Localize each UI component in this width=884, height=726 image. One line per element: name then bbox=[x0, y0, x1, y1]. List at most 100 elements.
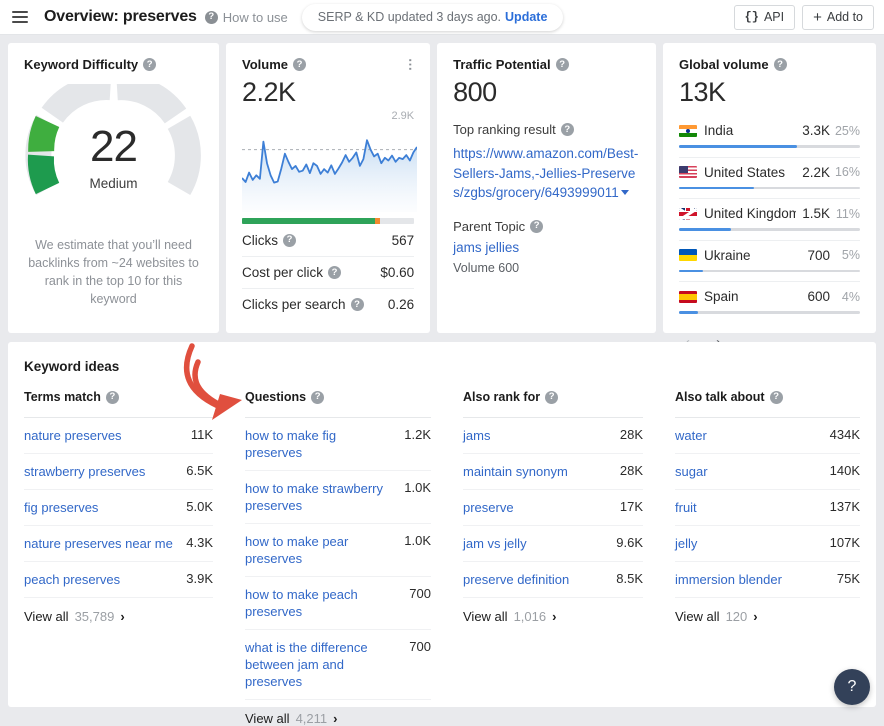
keyword-row[interactable]: maintain synonym28K bbox=[463, 454, 643, 490]
keyword-term[interactable]: strawberry preserves bbox=[24, 463, 145, 480]
stat-label-wrap: Clicks ? bbox=[242, 233, 296, 248]
view-all-link[interactable]: View all4,211› bbox=[245, 700, 431, 726]
keyword-row[interactable]: how to make strawberry preserves1.0K bbox=[245, 471, 431, 524]
kebab-menu-icon[interactable]: ⋯ bbox=[406, 58, 414, 72]
keyword-row[interactable]: immersion blender75K bbox=[675, 562, 860, 598]
top-bar: Overview: preserves ? How to use SERP & … bbox=[0, 0, 884, 35]
keyword-difficulty-title-row: Keyword Difficulty ? bbox=[24, 57, 203, 72]
keyword-term[interactable]: how to make fig preserves bbox=[245, 427, 396, 461]
info-icon[interactable]: ? bbox=[770, 391, 783, 404]
keyword-term[interactable]: what is the difference between jam and p… bbox=[245, 639, 401, 690]
keyword-term[interactable]: fig preserves bbox=[24, 499, 98, 516]
keyword-row[interactable]: sugar140K bbox=[675, 454, 860, 490]
update-link[interactable]: Update bbox=[505, 10, 547, 24]
country-percent: 11% bbox=[830, 207, 860, 221]
keyword-volume: 107K bbox=[830, 535, 860, 550]
view-all-count: 120 bbox=[726, 609, 748, 624]
view-all-link[interactable]: View all1,016› bbox=[463, 598, 643, 624]
keyword-term[interactable]: water bbox=[675, 427, 707, 444]
info-icon[interactable]: ? bbox=[545, 391, 558, 404]
keyword-term[interactable]: preserve definition bbox=[463, 571, 569, 588]
info-icon[interactable]: ? bbox=[351, 298, 364, 311]
info-icon[interactable]: ? bbox=[106, 391, 119, 404]
keyword-volume: 4.3K bbox=[186, 535, 213, 550]
keyword-term[interactable]: preserve bbox=[463, 499, 514, 516]
column-heading-row: Questions? bbox=[245, 390, 431, 418]
keyword-row[interactable]: nature preserves 11K bbox=[24, 418, 213, 454]
keyword-term[interactable]: peach preserves bbox=[24, 571, 120, 588]
info-icon[interactable]: ? bbox=[311, 391, 324, 404]
country-row: Ukraine7005% bbox=[679, 240, 860, 282]
help-fab-button[interactable]: ? bbox=[834, 669, 870, 705]
country-percent: 16% bbox=[830, 165, 860, 179]
keyword-row[interactable]: fig preserves 5.0K bbox=[24, 490, 213, 526]
view-all-link[interactable]: View all120› bbox=[675, 598, 860, 624]
keyword-row[interactable]: preserve definition8.5K bbox=[463, 562, 643, 598]
keyword-row[interactable]: nature preserves near me 4.3K bbox=[24, 526, 213, 562]
keyword-term[interactable]: jelly bbox=[675, 535, 697, 552]
info-icon[interactable]: ? bbox=[530, 220, 543, 233]
info-icon[interactable]: ? bbox=[556, 58, 569, 71]
country-row: Spain6004% bbox=[679, 281, 860, 323]
traffic-potential-title-row: Traffic Potential ? bbox=[453, 57, 640, 72]
parent-topic-link[interactable]: jams jellies bbox=[453, 240, 640, 255]
info-icon[interactable]: ? bbox=[143, 58, 156, 71]
api-label: API bbox=[764, 10, 784, 24]
keyword-term[interactable]: how to make peach preserves bbox=[245, 586, 401, 620]
page-title: Overview: preserves bbox=[44, 8, 197, 26]
hamburger-icon[interactable] bbox=[12, 11, 28, 23]
keyword-term[interactable]: how to make strawberry preserves bbox=[245, 480, 396, 514]
column-heading-row: Also rank for? bbox=[463, 390, 643, 418]
keyword-term[interactable]: jams bbox=[463, 427, 490, 444]
keyword-term[interactable]: immersion blender bbox=[675, 571, 782, 588]
info-icon[interactable]: ? bbox=[328, 266, 341, 279]
keyword-ideas-columns: Terms match? nature preserves 11K strawberr… bbox=[8, 390, 876, 726]
country-share-bar bbox=[679, 270, 860, 273]
keyword-term[interactable]: nature preserves bbox=[24, 427, 122, 444]
country-flag-icon bbox=[679, 125, 697, 137]
country-name: Ukraine bbox=[704, 248, 801, 263]
keyword-volume: 11K bbox=[191, 427, 213, 442]
keyword-term[interactable]: fruit bbox=[675, 499, 697, 516]
keyword-term[interactable]: nature preserves near me bbox=[24, 535, 173, 552]
chevron-down-icon[interactable] bbox=[621, 190, 629, 195]
keyword-row[interactable]: how to make pear preserves1.0K bbox=[245, 524, 431, 577]
keyword-row[interactable]: jam vs jelly9.6K bbox=[463, 526, 643, 562]
difficulty-value: 22 bbox=[24, 122, 203, 172]
view-all-label: View all bbox=[463, 609, 508, 624]
keyword-term[interactable]: sugar bbox=[675, 463, 708, 480]
stat-label: Clicks bbox=[242, 233, 278, 248]
keyword-term[interactable]: how to make pear preserves bbox=[245, 533, 396, 567]
keyword-term[interactable]: jam vs jelly bbox=[463, 535, 527, 552]
keyword-row[interactable]: fruit137K bbox=[675, 490, 860, 526]
keyword-row[interactable]: water434K bbox=[675, 418, 860, 454]
keyword-term[interactable]: maintain synonym bbox=[463, 463, 568, 480]
keyword-column: Terms match? nature preserves 11K strawberr… bbox=[8, 390, 229, 726]
info-icon[interactable]: ? bbox=[283, 234, 296, 247]
country-share-bar bbox=[679, 145, 860, 148]
keyword-row[interactable]: how to make peach preserves700 bbox=[245, 577, 431, 630]
keyword-row[interactable]: preserve17K bbox=[463, 490, 643, 526]
add-to-button[interactable]: + Add to bbox=[802, 5, 874, 30]
braces-icon: {} bbox=[745, 10, 759, 24]
difficulty-gauge: 22 Medium bbox=[24, 84, 203, 214]
keyword-row[interactable]: how to make fig preserves1.2K bbox=[245, 418, 431, 471]
keyword-row[interactable]: strawberry preserves6.5K bbox=[24, 454, 213, 490]
column-heading: Terms match bbox=[24, 390, 101, 404]
how-to-use-link[interactable]: ? How to use bbox=[205, 10, 288, 25]
info-icon[interactable]: ? bbox=[293, 58, 306, 71]
top-ranking-url[interactable]: https://www.amazon.com/Best-Sellers-Jams… bbox=[453, 144, 640, 203]
info-icon[interactable]: ? bbox=[774, 58, 787, 71]
keyword-volume: 5.0K bbox=[186, 499, 213, 514]
keyword-row[interactable]: jelly 107K bbox=[675, 526, 860, 562]
difficulty-note: We estimate that you’ll need backlinks f… bbox=[24, 236, 203, 308]
api-button[interactable]: {} API bbox=[734, 5, 796, 30]
keyword-row[interactable]: peach preserves3.9K bbox=[24, 562, 213, 598]
country-list: India3.3K25%United States2.2K16%United K… bbox=[679, 116, 860, 323]
traffic-potential-value: 800 bbox=[453, 77, 640, 108]
info-icon[interactable]: ? bbox=[561, 123, 574, 136]
keyword-row[interactable]: jams28K bbox=[463, 418, 643, 454]
keyword-row[interactable]: what is the difference between jam and p… bbox=[245, 630, 431, 700]
view-all-link[interactable]: View all35,789› bbox=[24, 598, 213, 624]
parent-topic-volume: Volume 600 bbox=[453, 261, 640, 275]
